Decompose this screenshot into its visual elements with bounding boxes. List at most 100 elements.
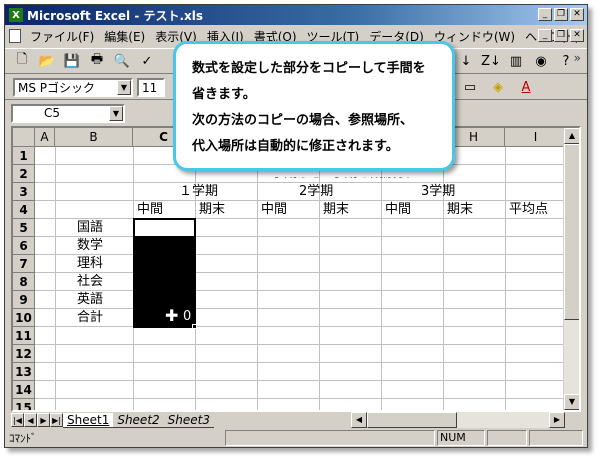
gridline [35,254,565,255]
row-header[interactable]: 3 [13,183,35,201]
scroll-thumb[interactable] [564,144,579,320]
horizontal-scrollbar[interactable]: ◀ ▶ [351,412,565,428]
column-header-i[interactable]: I [505,128,567,147]
row-header[interactable]: 13 [13,363,35,381]
name-box[interactable]: C5 ▼ [11,103,125,123]
subject-cell[interactable]: 理科 [77,255,103,273]
excel-icon: X [9,8,23,22]
name-box-value: C5 [44,106,61,120]
column-header-a[interactable]: A [35,128,55,147]
fill-color-icon[interactable]: ◈ [487,77,509,99]
gridline [35,290,565,291]
last-sheet-icon[interactable]: ▶| [50,413,63,427]
subheader-midterm[interactable]: 中間 [261,201,287,219]
gridline [35,218,565,219]
column-header-b[interactable]: B [55,128,133,147]
chevron-down-icon[interactable]: ▼ [109,105,123,121]
sort-descending-icon[interactable]: ↓ [455,50,477,72]
doc-minimize-button[interactable]: _ [538,29,552,42]
row-header[interactable]: 15 [13,399,35,410]
row-header[interactable]: 11 [13,327,35,345]
menu-file[interactable]: ファイル(F) [25,28,99,45]
doc-close-button[interactable]: ✕ [570,29,584,42]
font-color-icon[interactable]: A [515,77,537,99]
gridline [505,147,506,410]
callout-line: 省きます。 [192,87,256,102]
subject-cell[interactable]: 社会 [77,273,103,291]
row-header[interactable]: 12 [13,345,35,363]
scroll-up-icon[interactable]: ▲ [564,128,579,144]
subject-cell[interactable]: 合計 [77,309,103,327]
row-header[interactable]: 14 [13,381,35,399]
minimize-button[interactable]: _ [538,8,552,21]
row-header[interactable]: 7 [13,255,35,273]
term-header-1[interactable]: １学期 [179,183,218,201]
save-icon[interactable]: 💾 [61,50,83,72]
first-sheet-icon[interactable]: |◀ [11,413,24,427]
term-header-2[interactable]: 2学期 [299,183,333,201]
subheader-final[interactable]: 期末 [323,201,349,219]
select-all-corner[interactable] [13,128,35,147]
status-pane [225,430,435,446]
row-header[interactable]: 10 [13,309,35,327]
prev-sheet-icon[interactable]: ◀ [24,413,37,427]
vertical-scrollbar[interactable]: ▲ ▼ [563,128,579,410]
excel-window: X Microsoft Excel - テスト.xls _ ❐ ✕ ファイル(F… [4,4,588,448]
term-header-3[interactable]: 3学期 [421,183,455,201]
spelling-icon[interactable]: ✓ [136,50,158,72]
chart-wizard-icon[interactable]: ▥ [505,50,527,72]
gridline [35,272,565,273]
row-header[interactable]: 2 [13,165,35,183]
row-header[interactable]: 8 [13,273,35,291]
font-size-select[interactable]: 11 [137,78,165,97]
font-size-value: 11 [142,80,158,95]
status-bar: ｺﾏﾝﾄﾞ NUM [5,429,587,447]
tab-sheet2[interactable]: Sheet2 [113,413,164,428]
fill-handle[interactable] [192,324,197,329]
doc-restore-button[interactable]: ❐ [554,29,568,42]
close-button[interactable]: ✕ [570,8,584,21]
selection-range[interactable]: ✚ 0 [133,218,197,329]
font-name-select[interactable]: MS Pゴシック ▼ [13,78,133,97]
row-header[interactable]: 9 [13,291,35,309]
subheader-final[interactable]: 期末 [199,201,225,219]
row-header[interactable]: 5 [13,219,35,237]
subject-cell[interactable]: 数学 [77,237,103,255]
new-icon[interactable]: 🗋 [11,50,33,72]
row-header[interactable]: 1 [13,147,35,165]
scroll-down-icon[interactable]: ▼ [564,394,579,410]
sort-az-icon[interactable]: Z↓ [480,50,502,72]
row-header[interactable]: 6 [13,237,35,255]
document-icon[interactable] [9,29,21,43]
font-name-value: MS Pゴシック [18,81,96,95]
gridline [35,236,565,237]
subheader-midterm[interactable]: 中間 [137,201,163,219]
subject-cell[interactable]: 国語 [77,219,103,237]
toolbar-more-icon[interactable]: » [574,51,581,65]
restore-button[interactable]: ❐ [554,8,568,21]
tab-sheet1[interactable]: Sheet1 [63,412,114,428]
subheader-average[interactable]: 平均点 [509,201,548,219]
subheader-final[interactable]: 期末 [447,201,473,219]
gridline [35,326,565,327]
title-bar: X Microsoft Excel - テスト.xls _ ❐ ✕ [5,5,587,25]
border-icon[interactable]: ▭ [459,77,481,99]
map-icon[interactable]: ◉ [530,50,552,72]
gridline [55,147,56,410]
scroll-right-icon[interactable]: ▶ [549,412,565,428]
status-mode: ｺﾏﾝﾄﾞ [9,432,37,445]
subject-cell[interactable]: 英語 [77,291,103,309]
row-header[interactable]: 4 [13,201,35,219]
subheader-midterm[interactable]: 中間 [385,201,411,219]
print-icon[interactable]: 🖶 [86,50,108,72]
gridline [257,147,258,410]
chevron-down-icon[interactable]: ▼ [117,80,131,95]
tab-sheet3[interactable]: Sheet3 [163,413,214,428]
menu-edit[interactable]: 編集(E) [99,28,150,45]
hscroll-thumb[interactable] [367,412,457,428]
print-preview-icon[interactable]: 🔍 [111,50,133,72]
window-title: Microsoft Excel - テスト.xls [27,8,204,23]
open-icon[interactable]: 📂 [36,50,58,72]
next-sheet-icon[interactable]: ▶ [37,413,50,427]
scroll-left-icon[interactable]: ◀ [351,412,367,428]
